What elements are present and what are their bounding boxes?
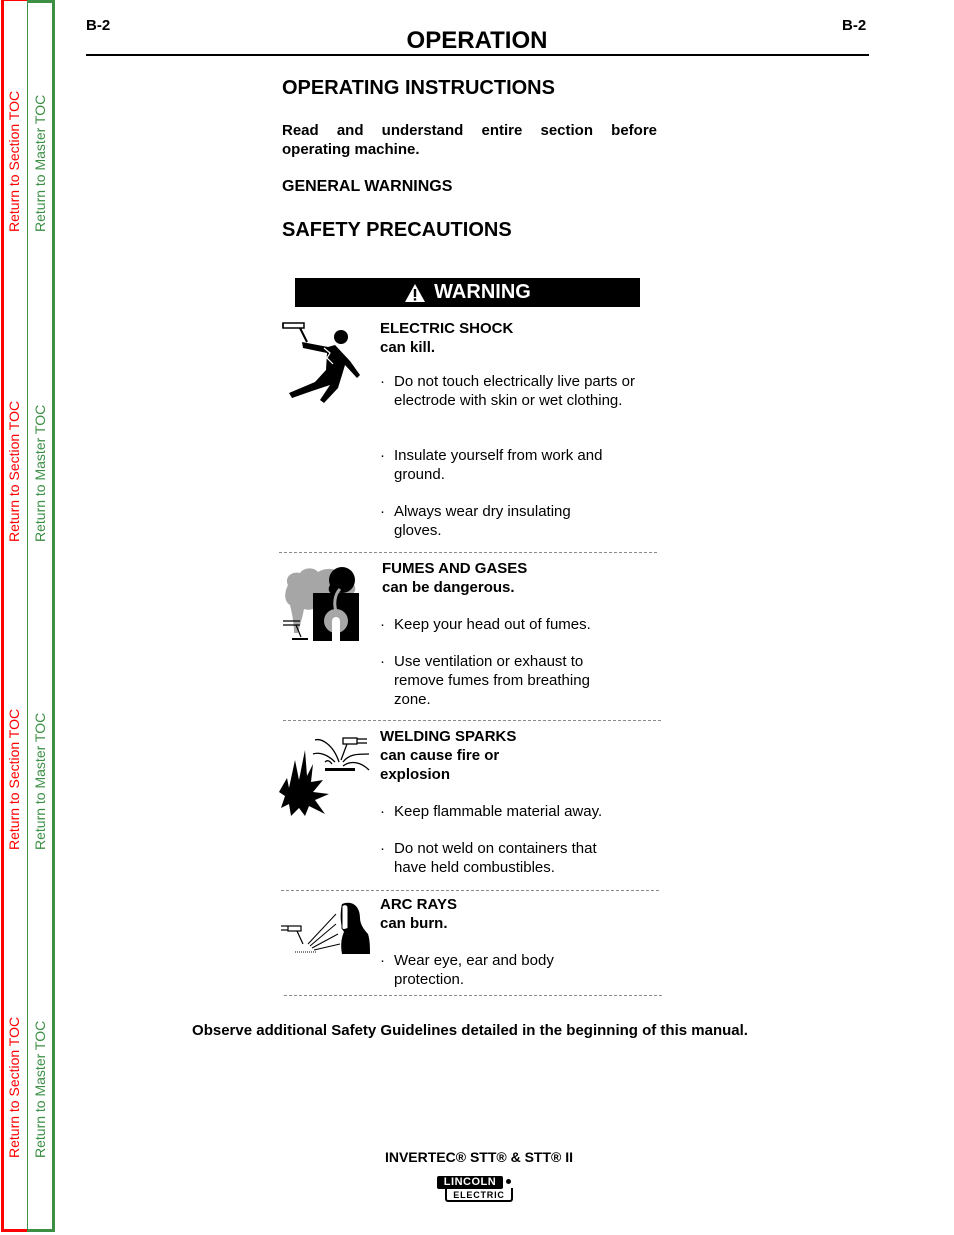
electric-shock-icon (280, 318, 370, 408)
fumes-gases-icon (282, 563, 372, 643)
return-to-section-toc-link[interactable]: Return to Section TOC (6, 401, 22, 542)
lincoln-electric-logo: LINCOLN ELECTRIC (437, 1176, 515, 1206)
header-rule (86, 54, 869, 56)
electric-shock-title: ELECTRIC SHOCK can kill. (380, 320, 514, 356)
general-warnings-heading: GENERAL WARNINGS (282, 178, 453, 195)
return-to-master-toc-link[interactable]: Return to Master TOC (32, 713, 48, 850)
arc-rays-title: ARC RAYS can burn. (380, 896, 457, 932)
hazard-divider (279, 552, 657, 553)
return-to-master-toc-link[interactable]: Return to Master TOC (32, 405, 48, 542)
operating-instructions-heading: OPERATING INSTRUCTIONS (282, 77, 555, 99)
welding-sparks-title: WELDING SPARKS can cause fire or explosi… (380, 728, 517, 783)
hazard-divider (281, 890, 659, 891)
welding-sparks-icon (277, 730, 377, 820)
intro-text: Read and understand entire section befor… (282, 122, 657, 158)
fumes-gases-title: FUMES AND GASES can be dangerous. (382, 560, 528, 596)
return-to-section-toc-link[interactable]: Return to Section TOC (6, 709, 22, 850)
warning-triangle-icon (405, 283, 426, 302)
warning-banner: WARNING (295, 278, 640, 307)
safety-precautions-heading: SAFETY PRECAUTIONS (282, 219, 512, 241)
hazard-divider (283, 720, 661, 721)
product-name: INVERTEC® STT® & STT® II (384, 1149, 574, 1165)
return-to-section-toc-link[interactable]: Return to Section TOC (6, 91, 22, 232)
return-to-master-toc-link[interactable]: Return to Master TOC (32, 1021, 48, 1158)
section-title: OPERATION (406, 27, 548, 54)
arc-rays-icon (280, 900, 372, 956)
hazard-divider (284, 995, 662, 996)
safety-guidelines-note: Observe additional Safety Guidelines det… (192, 1022, 748, 1039)
return-to-master-toc-link[interactable]: Return to Master TOC (32, 95, 48, 232)
warning-label: WARNING (434, 281, 531, 303)
